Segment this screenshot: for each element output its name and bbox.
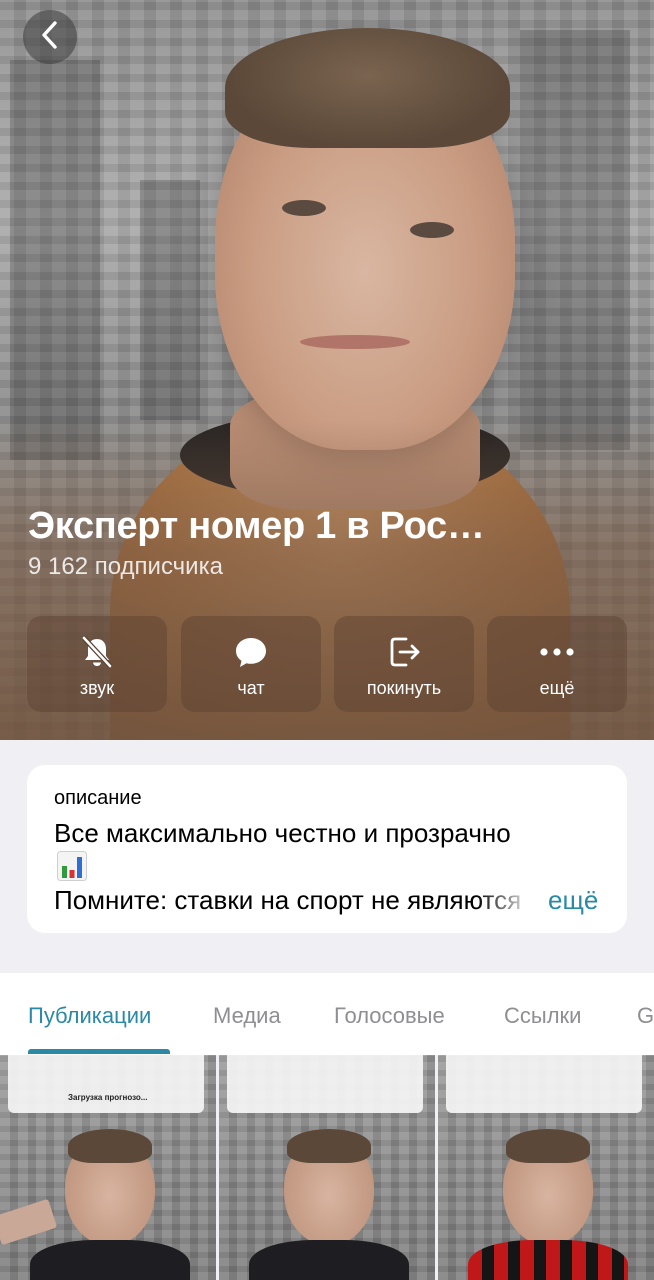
money-bills [0, 1198, 58, 1246]
more-button[interactable]: ещё [487, 616, 627, 712]
background-building [140, 180, 200, 420]
thumbnail-overlay-panel [446, 1055, 642, 1113]
shirt [249, 1240, 409, 1280]
person-hair [506, 1129, 590, 1163]
subscriber-count: 9 162 подписчика [28, 553, 223, 580]
tab-publications[interactable]: Публикации [28, 1003, 151, 1029]
tab-voice[interactable]: Голосовые [334, 1003, 445, 1029]
publications-grid: Загрузка прогнозо... [0, 1055, 654, 1280]
mute-button[interactable]: звук [27, 616, 167, 712]
right-eye [410, 222, 454, 238]
person-hair [68, 1129, 152, 1163]
media-tabs: Публикации Медиа Голосовые Ссылки G [0, 973, 654, 1055]
mute-label: звук [79, 678, 115, 698]
tab-gifs[interactable]: G [637, 1003, 654, 1029]
publication-thumbnail[interactable] [219, 1055, 435, 1280]
description-caption: описание [54, 787, 142, 809]
person-hair [287, 1129, 371, 1163]
chevron-left-icon [39, 20, 61, 55]
back-button[interactable] [23, 10, 77, 64]
publication-thumbnail[interactable]: Загрузка прогнозо... [0, 1055, 216, 1280]
description-card: описание Все максимально честно и прозра… [27, 765, 627, 933]
leave-label: покинуть [366, 678, 442, 698]
active-tab-indicator [28, 1049, 170, 1054]
person-hair [225, 28, 510, 148]
description-text: Все максимально честно и прозрачно [54, 818, 511, 848]
more-dots-icon [537, 634, 577, 670]
tab-links[interactable]: Ссылки [504, 1003, 581, 1029]
thumbnail-overlay-panel [227, 1055, 423, 1113]
background-building [10, 60, 100, 460]
leave-icon [386, 634, 422, 670]
tab-media[interactable]: Медиа [213, 1003, 281, 1029]
mouth [300, 335, 410, 349]
more-label: ещё [539, 678, 575, 698]
thumbnail-overlay-panel: Загрузка прогнозо... [8, 1055, 204, 1113]
channel-title: Эксперт номер 1 в Рос… [28, 505, 485, 547]
description-text-truncated: Помните: ставки на спорт не являются [54, 885, 522, 915]
background-building [520, 30, 630, 450]
chat-label: чат [237, 678, 265, 698]
bell-off-icon [79, 634, 115, 670]
left-eye [282, 200, 326, 216]
chat-button[interactable]: чат [181, 616, 321, 712]
chat-bubble-icon [233, 634, 269, 670]
bar-chart-emoji-icon [57, 851, 87, 881]
shirt [30, 1240, 190, 1280]
leave-button[interactable]: покинуть [334, 616, 474, 712]
striped-shirt [468, 1240, 628, 1280]
description-more-link[interactable]: ещё [548, 885, 598, 916]
channel-actions: звук чат покинуть ещё [27, 616, 627, 712]
thumbnail-caption: Загрузка прогнозо... [68, 1093, 148, 1102]
publication-thumbnail[interactable] [438, 1055, 654, 1280]
